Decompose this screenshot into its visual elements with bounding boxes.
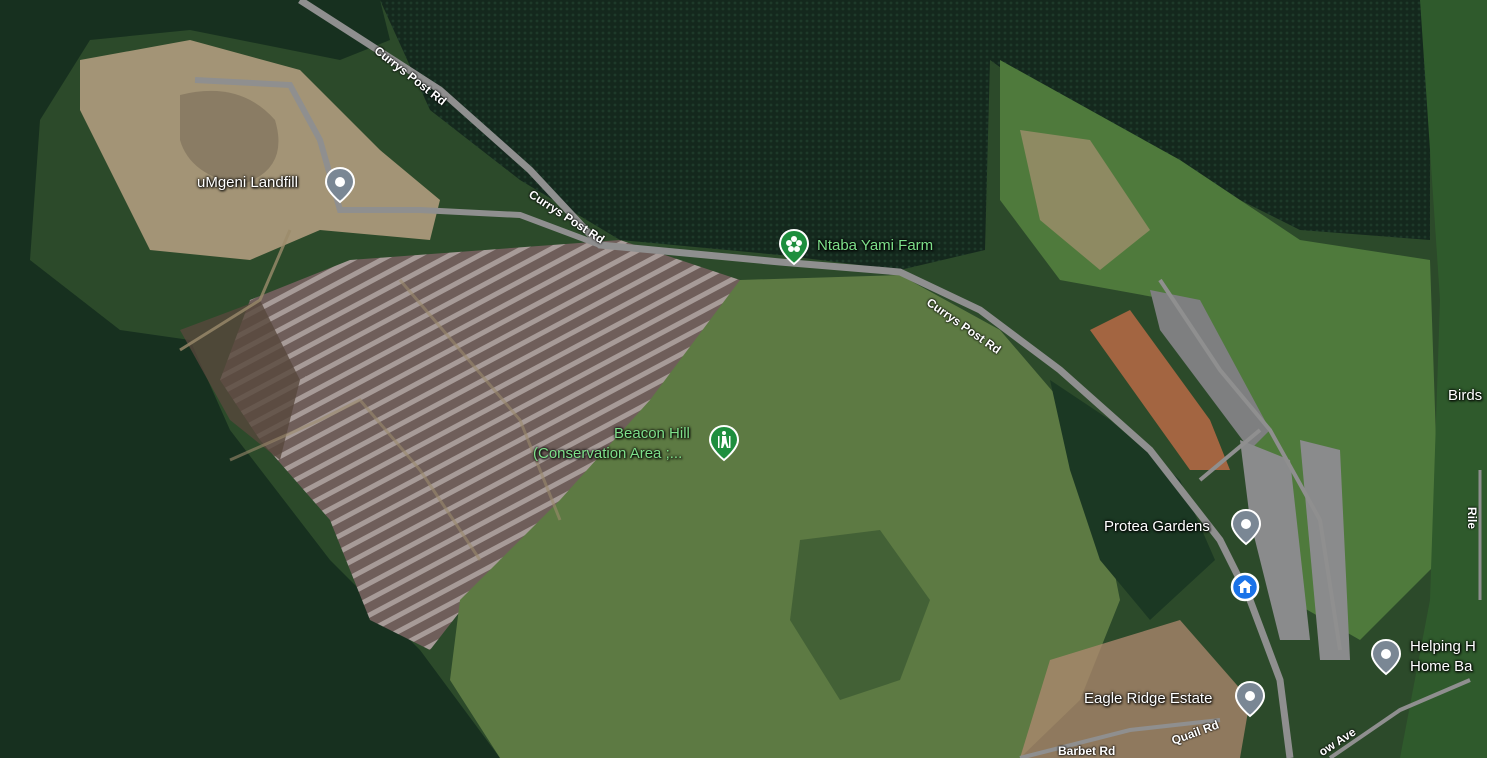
location-pin-icon [1230,508,1262,546]
place-label-helping-hands-line2[interactable]: Home Ba [1410,658,1473,676]
hiking-icon [708,424,740,462]
satellite-imagery [0,0,1487,758]
place-label-ntaba-yami-farm[interactable]: Ntaba Yami Farm [817,237,933,255]
location-pin-icon [324,166,356,204]
place-label-umgeni-landfill[interactable]: uMgeni Landfill [197,174,298,192]
satellite-map[interactable]: Currys Post Rd Currys Post Rd Currys Pos… [0,0,1487,758]
place-marker-helping-hands[interactable] [1370,638,1402,676]
home-icon [1230,572,1260,602]
place-marker-protea-gardens[interactable] [1230,508,1262,546]
place-label-protea-gardens[interactable]: Protea Gardens [1104,518,1210,536]
place-marker-eagle-ridge-estate[interactable] [1234,680,1266,718]
place-marker-ntaba-yami-farm[interactable] [778,228,810,266]
place-marker-umgeni-landfill[interactable] [324,166,356,204]
place-label-birds[interactable]: Birds [1448,387,1482,405]
place-label-beacon-hill[interactable]: Beacon Hill [614,425,690,443]
home-marker[interactable] [1230,572,1260,602]
location-pin-icon [1234,680,1266,718]
flower-icon [778,228,810,266]
road-label: Rile [1465,507,1479,530]
place-label-beacon-hill-line2[interactable]: (Conservation Area ;... [533,445,682,463]
place-marker-beacon-hill[interactable] [708,424,740,462]
place-label-helping-hands[interactable]: Helping H [1410,638,1476,656]
place-label-eagle-ridge-estate[interactable]: Eagle Ridge Estate [1084,690,1212,708]
road-label: Barbet Rd [1058,744,1116,758]
location-pin-icon [1370,638,1402,676]
